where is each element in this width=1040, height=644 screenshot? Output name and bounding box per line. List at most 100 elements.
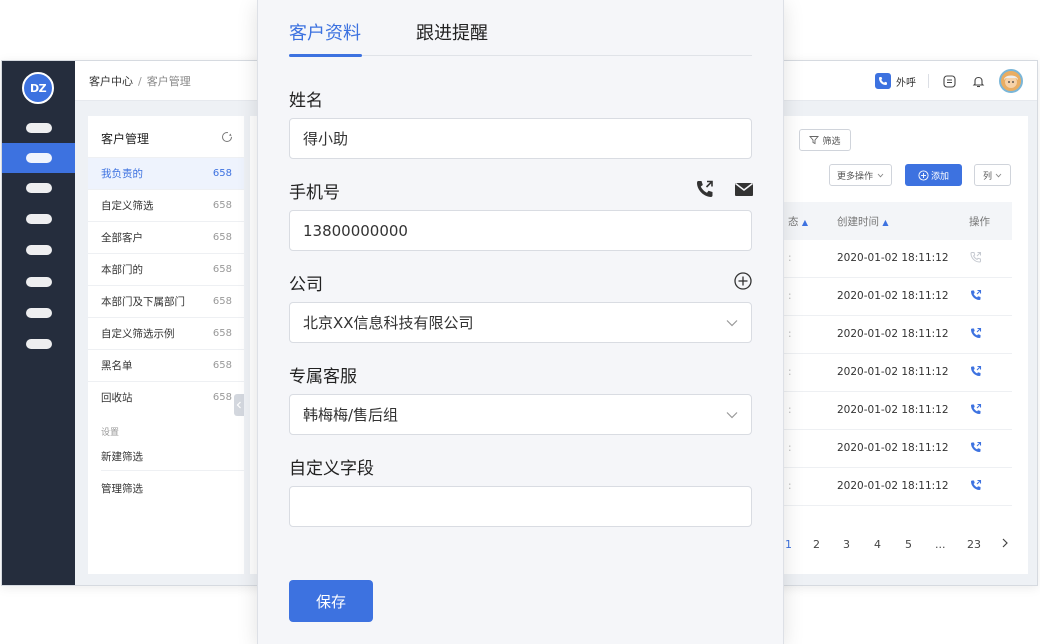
outbound-call-icon[interactable]	[694, 178, 716, 200]
column-header-status[interactable]: 态 ▲	[788, 214, 808, 229]
filter-item[interactable]: 我负责的 658	[88, 157, 244, 189]
page-number[interactable]: 3	[843, 538, 850, 551]
manage-filter-link[interactable]: 管理筛选	[101, 481, 143, 496]
collapse-panel-handle[interactable]	[234, 394, 244, 416]
page-number[interactable]: 4	[874, 538, 881, 551]
custom-field-input[interactable]	[289, 486, 752, 527]
more-actions-label: 更多操作	[836, 171, 873, 182]
phone-icon[interactable]	[970, 403, 984, 417]
table-row[interactable]: : 2020-01-02 18:11:12	[780, 240, 1012, 278]
filter-item-label: 本部门及下属部门	[101, 296, 185, 308]
screen: DZ 客户中心 / 客户管理 外呼 客户管理 我负责的 658 自定义筛选 65…	[0, 0, 1040, 644]
name-field[interactable]: 得小助	[289, 118, 752, 159]
page-number[interactable]: 5	[905, 538, 912, 551]
service-label: 专属客服	[289, 367, 357, 387]
table-row[interactable]: : 2020-01-02 18:11:12	[780, 354, 1012, 392]
table-row[interactable]: : 2020-01-02 18:11:12	[780, 278, 1012, 316]
add-customer-button[interactable]: 添加	[905, 164, 962, 186]
filter-item-label: 自定义筛选	[101, 200, 154, 212]
save-button[interactable]: 保存	[289, 580, 373, 622]
filter-item[interactable]: 自定义筛选 658	[88, 189, 244, 221]
filter-item[interactable]: 本部门的 658	[88, 253, 244, 285]
created-time-cell: 2020-01-02 18:11:12	[837, 404, 949, 416]
filter-item[interactable]: 黑名单 658	[88, 349, 244, 381]
filter-item[interactable]: 回收站 658	[88, 381, 244, 413]
phone-icon[interactable]	[970, 441, 984, 455]
app-logo[interactable]: DZ	[22, 72, 54, 104]
bell-icon[interactable]	[970, 73, 986, 89]
rail-item-8[interactable]	[2, 329, 75, 359]
new-filter-link[interactable]: 新建筛选	[101, 449, 143, 464]
filter-list: 我负责的 658 自定义筛选 658 全部客户 658 本部门的 658 本部门及下属部…	[88, 157, 244, 413]
rail-item-1[interactable]	[2, 113, 75, 143]
company-value: 北京XX信息科技有限公司	[303, 314, 474, 332]
refresh-icon[interactable]	[220, 129, 234, 143]
filter-item[interactable]: 本部门及下属部门 658	[88, 285, 244, 317]
rail-item-2[interactable]	[2, 143, 75, 173]
rail-item-4[interactable]	[2, 204, 75, 234]
page-number[interactable]: 1	[785, 538, 792, 551]
phone-icon[interactable]	[970, 251, 984, 265]
breadcrumb: 客户中心 / 客户管理	[89, 73, 191, 89]
filter-item-label: 我负责的	[101, 168, 143, 180]
service-select[interactable]: 韩梅梅/售后组	[289, 394, 752, 435]
filter-button[interactable]: 筛选	[799, 129, 851, 151]
outbound-call-label[interactable]: 外呼	[896, 74, 916, 89]
rail-item-icon	[25, 277, 52, 287]
breadcrumb-root[interactable]: 客户中心	[89, 75, 133, 88]
page-number[interactable]: 23	[967, 538, 981, 551]
rail-item-icon	[25, 214, 52, 224]
filter-item-count: 658	[212, 296, 232, 307]
phone-value: 13800000000	[303, 221, 408, 240]
tab-customer-info[interactable]: 客户资料	[289, 19, 361, 45]
row-status-stub: :	[788, 442, 792, 454]
phone-icon[interactable]	[970, 365, 984, 379]
customer-detail-panel: 客户资料 跟进提醒 姓名 得小助 手机号 13800000000 公司 北京XX…	[257, 0, 784, 644]
user-avatar[interactable]	[999, 69, 1023, 93]
filter-item-count: 658	[212, 360, 232, 371]
chevron-down-icon	[995, 173, 1002, 177]
rail-item-7[interactable]	[2, 298, 75, 328]
add-circle-icon[interactable]	[732, 270, 754, 292]
phone-icon[interactable]	[970, 479, 984, 493]
next-page-icon[interactable]	[1001, 538, 1009, 551]
filter-icon	[809, 136, 820, 145]
phone-call-icon[interactable]	[875, 73, 891, 89]
page-number[interactable]: 2	[813, 538, 820, 551]
column-header-created[interactable]: 创建时间 ▲	[837, 214, 889, 229]
phone-icon[interactable]	[970, 289, 984, 303]
rail-item-5[interactable]	[2, 235, 75, 265]
table-row[interactable]: : 2020-01-02 18:11:12	[780, 430, 1012, 468]
table-row[interactable]: : 2020-01-02 18:11:12	[780, 392, 1012, 430]
table-header: 态 ▲ 创建时间 ▲ 操作	[780, 202, 1012, 240]
created-time-cell: 2020-01-02 18:11:12	[837, 290, 949, 302]
filter-item-label: 本部门的	[101, 264, 143, 276]
filter-item[interactable]: 自定义筛选示例 658	[88, 317, 244, 349]
tab-follow-up-reminder[interactable]: 跟进提醒	[416, 19, 488, 45]
filter-button-label: 筛选	[822, 136, 841, 147]
columns-dropdown[interactable]: 列	[974, 164, 1011, 186]
filter-item-count: 658	[212, 200, 232, 211]
rail-item-3[interactable]	[2, 173, 75, 203]
filter-item-count: 658	[212, 392, 232, 403]
rail-item-icon	[25, 153, 52, 163]
filter-item[interactable]: 全部客户 658	[88, 221, 244, 253]
filter-item-label: 自定义筛选示例	[101, 328, 175, 340]
created-time-cell: 2020-01-02 18:11:12	[837, 252, 949, 264]
table-row[interactable]: : 2020-01-02 18:11:12	[780, 468, 1012, 506]
mail-icon[interactable]	[733, 178, 755, 200]
company-select[interactable]: 北京XX信息科技有限公司	[289, 302, 752, 343]
more-actions-dropdown[interactable]: 更多操作	[829, 164, 892, 186]
created-time-cell: 2020-01-02 18:11:12	[837, 442, 949, 454]
table-row[interactable]: : 2020-01-02 18:11:12	[780, 316, 1012, 354]
breadcrumb-separator: /	[138, 75, 142, 88]
rail-item-6[interactable]	[2, 267, 75, 297]
customer-filter-panel: 客户管理 我负责的 658 自定义筛选 658 全部客户 658 本部门的 658 本部…	[88, 116, 244, 574]
filter-item-label: 回收站	[101, 392, 133, 404]
name-label: 姓名	[289, 91, 323, 111]
page-ellipsis: ...	[935, 538, 946, 551]
phone-field[interactable]: 13800000000	[289, 210, 752, 251]
phone-icon[interactable]	[970, 327, 984, 341]
message-icon[interactable]	[941, 73, 957, 89]
created-time-cell: 2020-01-02 18:11:12	[837, 366, 949, 378]
